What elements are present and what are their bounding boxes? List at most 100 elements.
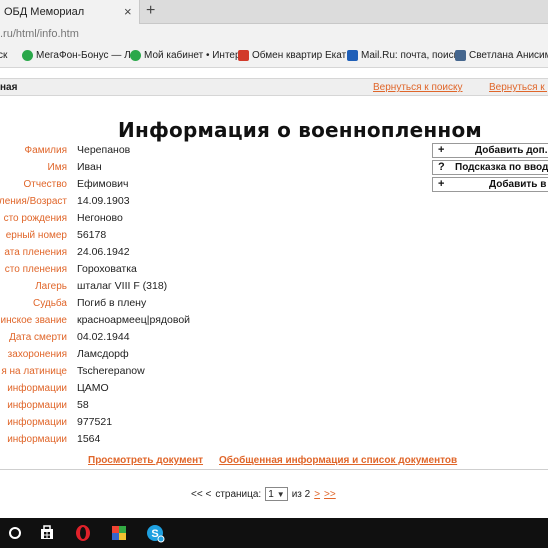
field-label: захоронения: [7, 349, 67, 360]
table-row: Судьба Погиб в плену: [0, 296, 430, 313]
field-label: Отчество: [23, 179, 67, 190]
bookmark-label: МегаФон-Бонус — Л: [36, 50, 131, 61]
back-to-results-link[interactable]: Вернуться к р: [489, 82, 548, 93]
table-row: информации 58: [0, 398, 430, 415]
field-value: 56178: [77, 229, 107, 241]
bookmark-vk[interactable]: Светлана Анисимов: [455, 50, 548, 61]
close-icon[interactable]: ×: [124, 4, 132, 19]
button-label: Добавить доп.и: [475, 145, 548, 156]
address-bar[interactable]: .ru/html/info.htm: [0, 24, 548, 46]
table-row: сто рождения Негоново: [0, 211, 430, 228]
table-row: Фамилия Черепанов: [0, 143, 430, 160]
field-label: информации: [7, 434, 67, 445]
mailru-icon: [347, 50, 358, 61]
table-row: информации 1564: [0, 432, 430, 449]
summary-info-link[interactable]: Обобщенная информация и список документо…: [219, 455, 457, 466]
input-hint-button[interactable]: ? Подсказка по вводу: [432, 160, 548, 175]
field-label: сто рождения: [3, 213, 67, 224]
table-row: Лагерь шталаг VIII F (318): [0, 279, 430, 296]
field-label: ления/Возраст: [0, 196, 67, 207]
field-value: Ефимович: [77, 178, 129, 190]
url-text: .ru/html/info.htm: [0, 28, 79, 40]
bookmark-my-cabinet[interactable]: Мой кабинет • Интер: [130, 50, 241, 61]
field-value: Иван: [77, 161, 102, 173]
bookmark-item[interactable]: ск: [0, 50, 7, 61]
browser-tab-bar: ОБД Мемориал × +: [0, 0, 548, 24]
page-select[interactable]: 1 ▼: [265, 487, 288, 501]
next-page-link[interactable]: >: [314, 489, 320, 500]
prev-page-link[interactable]: << <: [191, 489, 211, 500]
field-value: 04.02.1944: [77, 331, 130, 343]
svg-text:S: S: [151, 528, 158, 540]
field-value: 977521: [77, 416, 113, 428]
tab-title: ОБД Мемориал: [4, 6, 85, 18]
field-label: информации: [7, 417, 67, 428]
field-label: сто пленения: [4, 264, 67, 275]
question-icon: ?: [438, 161, 445, 173]
url-path: /html/info.htm: [12, 28, 79, 40]
field-label: ерный номер: [5, 230, 67, 241]
field-label: информации: [7, 383, 67, 394]
plus-icon: +: [438, 144, 445, 156]
field-label: Дата смерти: [9, 332, 67, 343]
field-label: Фамилия: [24, 145, 67, 156]
bookmark-label: Обмен квартир Екат: [252, 50, 347, 61]
bookmark-mailru[interactable]: Mail.Ru: почта, поиск: [347, 50, 458, 61]
field-value: Черепанов: [77, 144, 131, 156]
plus-icon: +: [438, 178, 445, 190]
windows-taskbar: S: [0, 518, 548, 548]
new-tab-button[interactable]: +: [146, 2, 155, 20]
field-value: Tscherepanow: [77, 365, 145, 377]
apartment-icon: [238, 50, 249, 61]
back-to-search-link[interactable]: Вернуться к поиску: [373, 82, 463, 93]
page-select-value: 1: [268, 488, 274, 500]
table-row: ата пленения 24.06.1942: [0, 245, 430, 262]
site-nav-label: ная: [0, 82, 18, 93]
field-label: Судьба: [33, 298, 67, 309]
add-to-cart-button[interactable]: + Добавить в к: [432, 177, 548, 192]
table-row: информации 977521: [0, 415, 430, 432]
field-value: 24.06.1942: [77, 246, 130, 258]
add-additional-info-button[interactable]: + Добавить доп.и: [432, 143, 548, 158]
field-value: Ламсдорф: [77, 348, 129, 360]
opera-icon[interactable]: [72, 522, 94, 544]
page-title: Информация о военнопленном: [118, 118, 482, 142]
bookmarks-bar: ск МегаФон-Бонус — Л Мой кабинет • Интер…: [0, 46, 548, 68]
site-header-strip: ная Вернуться к поиску Вернуться к р: [0, 78, 548, 96]
field-label: ата пленения: [4, 247, 67, 258]
cabinet-icon: [130, 50, 141, 61]
paint-icon[interactable]: [108, 522, 130, 544]
bookmark-label: ск: [0, 50, 8, 61]
view-document-link[interactable]: Просмотреть документ: [88, 455, 203, 466]
page-label: страница:: [215, 488, 262, 500]
field-label: я на латинице: [1, 366, 67, 377]
field-value: Погиб в плену: [77, 297, 147, 309]
table-row: информации ЦАМО: [0, 381, 430, 398]
field-value: Негоново: [77, 212, 123, 224]
field-value: ЦАМО: [77, 382, 109, 394]
field-label: информации: [7, 400, 67, 411]
pagination: << < страница: 1 ▼ из 2 > >>: [191, 487, 336, 501]
megafon-icon: [22, 50, 33, 61]
store-icon[interactable]: [36, 522, 58, 544]
field-label: Лагерь: [35, 281, 67, 292]
field-value: 14.09.1903: [77, 195, 130, 207]
field-value: красноармеец|рядовой: [77, 314, 191, 326]
button-label: Подсказка по вводу: [455, 162, 548, 173]
table-row: Отчество Ефимович: [0, 177, 430, 194]
bookmark-megafon[interactable]: МегаФон-Бонус — Л: [22, 50, 131, 61]
bookmark-label: Mail.Ru: почта, поиск: [361, 50, 458, 61]
field-label: Имя: [47, 162, 67, 173]
table-row: захоронения Ламсдорф: [0, 347, 430, 364]
last-page-link[interactable]: >>: [324, 489, 336, 500]
chevron-down-icon: ▼: [276, 489, 285, 499]
tab-obd-memorial[interactable]: ОБД Мемориал ×: [0, 0, 140, 24]
divider: [0, 469, 548, 470]
cortana-icon[interactable]: [4, 522, 26, 544]
field-label: инское звание: [0, 315, 67, 326]
bookmark-apartment-exchange[interactable]: Обмен квартир Екат: [238, 50, 346, 61]
total-pages: из 2: [291, 488, 311, 500]
vk-icon: [455, 50, 466, 61]
bookmark-label: Мой кабинет • Интер: [144, 50, 241, 61]
skype-icon[interactable]: S: [144, 522, 166, 544]
